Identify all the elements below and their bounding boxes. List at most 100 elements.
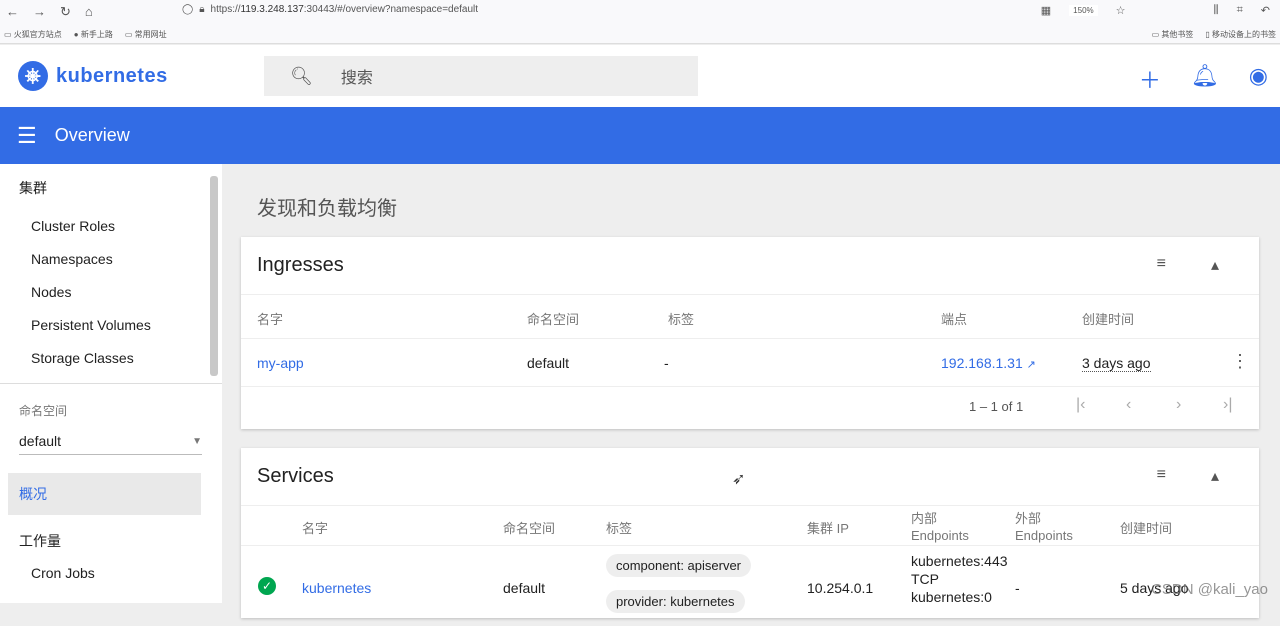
lock-icon: 🔒︎ (199, 4, 204, 15)
toolbar: ☰ Overview (0, 107, 1280, 164)
column-header: 外部 Endpoints (1015, 510, 1073, 544)
column-header[interactable]: 创建时间 (1120, 518, 1172, 537)
header-line: 外部 (1015, 511, 1041, 526)
forward-icon[interactable]: → (33, 4, 46, 20)
collapse-icon[interactable]: ▴ (1211, 466, 1219, 486)
bookmark-label: 常用网址 (135, 30, 167, 39)
sidebar-scrollbar[interactable] (210, 176, 218, 376)
sidebar-item-cron-jobs[interactable]: Cron Jobs (0, 557, 222, 590)
column-header: 内部Endpoints (911, 510, 969, 544)
section-title: 发现和负载均衡 (257, 192, 397, 221)
zoom-level[interactable]: 150% (1069, 5, 1097, 16)
column-header[interactable]: 创建时间 (1082, 309, 1134, 328)
namespace-label: 命名空间 (0, 384, 222, 419)
home-icon[interactable]: ⌂ (85, 4, 93, 20)
dropdown-arrow-icon: ▼ (192, 436, 202, 449)
label-chip: provider: kubernetes (606, 590, 745, 613)
address-bar[interactable]: ◯🔒︎https://119.3.248.137:30443/#/overvie… (182, 4, 478, 15)
pagination: 1 – 1 of 1 |‹ ‹ › ›| (241, 387, 1259, 429)
column-header[interactable]: 名字 (302, 518, 328, 537)
menu-icon[interactable]: ☰ (17, 123, 37, 149)
search-icon: 🔍︎ (290, 66, 313, 87)
external-link-icon: ↗ (1027, 359, 1036, 371)
crop-icon[interactable]: ⌗ (1237, 4, 1243, 17)
bookmark[interactable]: ▭ 其他书签 (1152, 29, 1194, 40)
more-vert-icon[interactable]: ⋮ (1231, 351, 1249, 372)
first-page-icon[interactable]: |‹ (1076, 396, 1085, 414)
services-card: Services ≡ ▴ 名字 命名空间 标签 集群 IP 内部Endpoints … (241, 448, 1259, 618)
column-header[interactable]: 命名空间 (503, 518, 555, 537)
namespace-cell: default (527, 355, 569, 371)
reload-icon[interactable]: ↻ (60, 4, 71, 20)
internal-endpoints-cell: kubernetes:443TCPkubernetes:0 (911, 552, 1008, 606)
collapse-icon[interactable]: ▴ (1211, 255, 1219, 275)
table-header: 名字 命名空间 标签 集群 IP 内部Endpoints 外部 Endpoints… (241, 506, 1259, 546)
search-input[interactable]: 🔍︎ 搜索 (264, 56, 698, 96)
table-header: 名字 命名空间 标签 端点 创建时间 (241, 295, 1259, 339)
card-title: Ingresses (257, 254, 344, 277)
header-line: 内部 (911, 511, 937, 526)
sidebar-item-nodes[interactable]: Nodes (0, 276, 222, 309)
endpoint-link[interactable]: 192.168.1.31 ↗ (941, 355, 1036, 371)
endpoint-line: kubernetes:443 (911, 553, 1008, 569)
prev-page-icon[interactable]: ‹ (1126, 396, 1131, 414)
page-title: Overview (55, 125, 130, 146)
sidebar-section-workloads[interactable]: 工作量 (0, 515, 222, 551)
sidebar-item-persistent-volumes[interactable]: Persistent Volumes (0, 309, 222, 342)
column-header: 标签 (606, 518, 632, 537)
table-row: my-app default - 192.168.1.31 ↗ 3 days a… (241, 339, 1259, 387)
bookmark-label: 其他书签 (1161, 30, 1193, 39)
mouse-cursor-icon: ➶ (732, 469, 745, 489)
service-name-link[interactable]: kubernetes (302, 580, 371, 596)
labels-cell: - (664, 355, 669, 371)
bell-icon[interactable]: 🔔︎ (1191, 63, 1219, 95)
add-icon[interactable]: ＋ (1139, 63, 1161, 95)
namespace-select[interactable]: default▼ (19, 433, 202, 455)
sidebar-section-cluster[interactable]: 集群 (0, 164, 222, 198)
bookmark-label: 新手上路 (81, 30, 113, 39)
endpoint-line: TCP (911, 571, 939, 587)
qr-icon[interactable]: ▦ (1041, 4, 1051, 17)
back-icon[interactable]: ← (6, 4, 19, 20)
bookmark[interactable]: ▭ 火狐官方站点 (4, 29, 62, 40)
url-prefix: https:// (211, 4, 241, 15)
next-page-icon[interactable]: › (1176, 396, 1181, 414)
bookmark[interactable]: ▭ 常用网址 (125, 29, 167, 40)
ingress-name-link[interactable]: my-app (257, 355, 304, 371)
url-host: 119.3.248.137 (241, 4, 304, 15)
logo[interactable]: ⎈ kubernetes (18, 61, 168, 91)
bookmark-label: 移动设备上的书签 (1212, 30, 1276, 39)
column-header[interactable]: 名字 (257, 309, 283, 328)
column-header: 标签 (668, 309, 694, 328)
library-icon[interactable]: ⫼ (1214, 4, 1219, 17)
bookmark[interactable]: ▯ 移动设备上的书签 (1205, 29, 1276, 40)
header-line: Endpoints (1015, 528, 1073, 543)
external-endpoints-cell: - (1015, 580, 1020, 596)
namespace-cell: default (503, 580, 545, 596)
account-icon[interactable]: ◉ (1249, 63, 1268, 95)
column-header: 端点 (941, 309, 967, 328)
card-title: Services (257, 465, 334, 488)
table-row: ✓ kubernetes default component: apiserve… (241, 546, 1259, 626)
url-rest: :30443/#/overview?namespace=default (304, 4, 478, 15)
bookmark[interactable]: ● 新手上路 (74, 29, 113, 40)
kubernetes-wheel-icon: ⎈ (18, 61, 48, 91)
sidebar-item-namespaces[interactable]: Namespaces (0, 243, 222, 276)
check-circle-icon: ✓ (258, 577, 276, 595)
endpoint-value: 192.168.1.31 (941, 355, 1023, 371)
sidebar-item-overview[interactable]: 概况 (8, 473, 201, 515)
filter-icon[interactable]: ≡ (1157, 255, 1166, 275)
last-page-icon[interactable]: ›| (1223, 396, 1232, 414)
bookmark-label: 火狐官方站点 (14, 30, 62, 39)
age-cell: 3 days ago (1082, 355, 1151, 372)
brand-name: kubernetes (56, 65, 168, 88)
undo-icon[interactable]: ↶ (1261, 4, 1270, 17)
label-chip: component: apiserver (606, 554, 751, 577)
sidebar-item-storage-classes[interactable]: Storage Classes (0, 342, 222, 375)
column-header[interactable]: 命名空间 (527, 309, 579, 328)
search-placeholder: 搜索 (341, 64, 373, 88)
sidebar-item-cluster-roles[interactable]: Cluster Roles (0, 210, 222, 243)
filter-icon[interactable]: ≡ (1157, 466, 1166, 486)
column-header: 集群 IP (807, 518, 849, 537)
star-icon[interactable]: ☆ (1116, 4, 1126, 17)
